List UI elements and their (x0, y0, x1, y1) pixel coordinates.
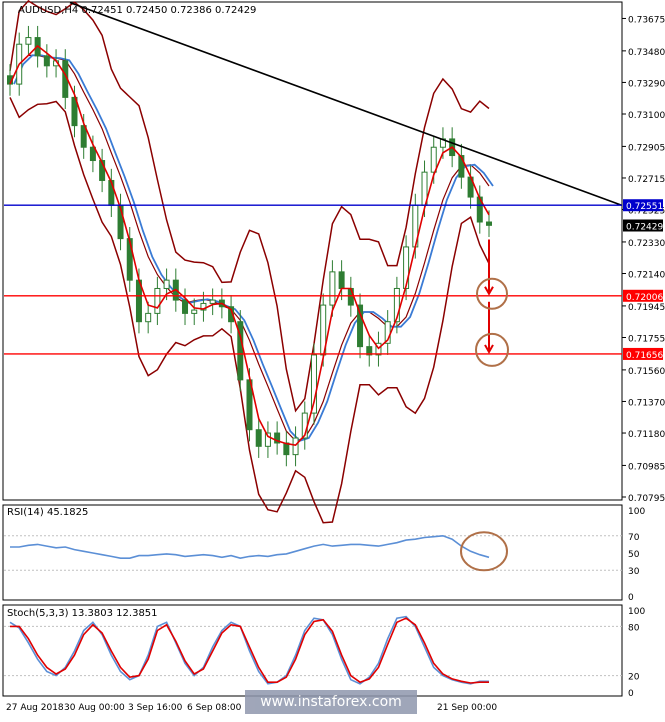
time-tick-label: 6 Sep 08:00 (187, 703, 242, 713)
level-label: 0.72006 (626, 293, 663, 303)
candle-body (329, 271, 336, 306)
price-tick-label: 0.70985 (628, 462, 665, 472)
price-tick-label: 0.72330 (628, 239, 665, 249)
candle-body (430, 146, 437, 173)
candle-body (347, 287, 354, 306)
candle-body (209, 299, 216, 304)
price-tick-label: 0.72715 (628, 175, 665, 185)
stoch-tick-label: 20 (628, 673, 640, 683)
candle-body (43, 55, 50, 67)
price-tick-label: 0.70795 (628, 494, 665, 504)
rsi-tick-label: 0 (628, 593, 634, 603)
time-tick-label: 21 Sep 00:00 (437, 703, 497, 713)
level-label: 0.71656 (626, 351, 663, 361)
candle-body (25, 37, 32, 45)
time-tick-label: 30 Aug 00:00 (64, 703, 125, 713)
price-tick-label: 0.72905 (628, 143, 665, 153)
stoch-tick-label: 100 (628, 607, 645, 617)
stoch-tick-label: 0 (628, 689, 634, 699)
chart-root: 0.73675 0.73480 0.73290 0.73100 0.72905 0.727… (0, 0, 665, 718)
level-label: 0.72551 (626, 202, 663, 212)
price-tick-label: 0.71370 (628, 398, 665, 408)
price-tick-label: 0.71945 (628, 303, 665, 313)
price-tick-label: 0.73480 (628, 48, 665, 58)
price-tick-label: 0.73675 (628, 15, 665, 25)
price-tick-label: 0.71560 (628, 367, 665, 377)
symbol-info: AUDUSD,H4 0.72451 0.72450 0.72386 0.7242… (18, 5, 256, 16)
candle-body (182, 299, 189, 314)
rsi-title: RSI(14) 45.1825 (7, 507, 88, 518)
rsi-tick-label: 100 (628, 507, 645, 517)
stoch-tick-label: 80 (628, 623, 640, 633)
candle-body (126, 238, 133, 281)
candle-body (191, 309, 198, 314)
price-tick-label: 0.71755 (628, 334, 665, 344)
candle-body (338, 271, 345, 289)
time-tick-label: 27 Aug 2018 (6, 703, 64, 713)
rsi-tick-label: 50 (628, 550, 640, 560)
candle-body (163, 279, 170, 289)
chart-svg: 0.73675 0.73480 0.73290 0.73100 0.72905 0.727… (0, 0, 665, 718)
price-tick-label: 0.72140 (628, 271, 665, 281)
stoch-title: Stoch(5,3,3) 13.3803 12.3851 (7, 608, 158, 619)
rsi-tick-label: 30 (628, 567, 640, 577)
price-tick-label: 0.73290 (628, 79, 665, 89)
candle-body (154, 287, 161, 314)
candle-body (283, 442, 290, 456)
price-tick-label: 0.73100 (628, 111, 665, 121)
watermark: www.instaforex.com (245, 690, 417, 714)
level-label: 0.72429 (626, 222, 663, 232)
candle-body (255, 429, 262, 447)
candle-body (486, 221, 492, 226)
candle-body (292, 437, 299, 456)
time-tick-label: 3 Sep 16:00 (128, 703, 183, 713)
price-tick-label: 0.71180 (628, 430, 665, 440)
candle-body (403, 246, 410, 289)
candle-body (145, 312, 152, 323)
rsi-tick-label: 70 (628, 533, 640, 543)
